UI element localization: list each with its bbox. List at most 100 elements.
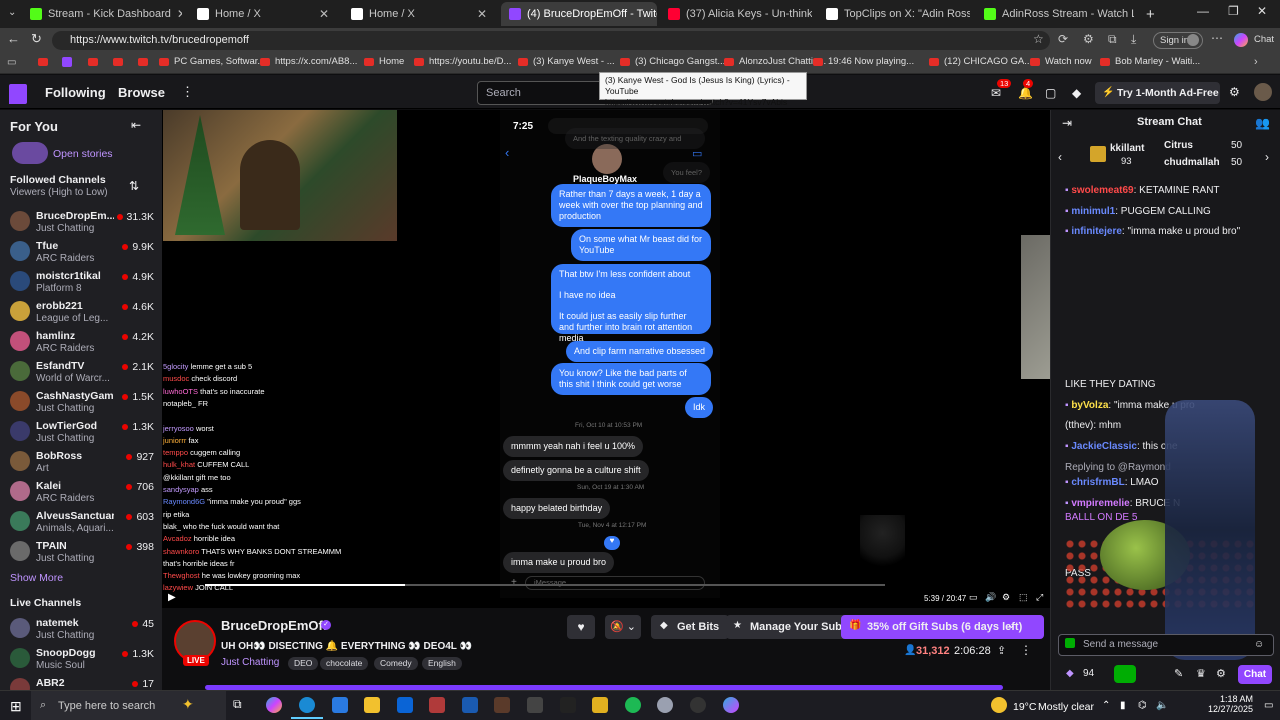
chat-username[interactable]: infinitejere: [1071, 226, 1122, 237]
speaker-icon[interactable]: 🔈: [1156, 700, 1168, 711]
bookmark-item[interactable]: (3) Chicago Gangst...: [620, 56, 725, 67]
sidebar-channel[interactable]: BobRoss Art 927: [10, 448, 160, 478]
chat-message[interactable]: Replying to @Raymond: [1065, 462, 1171, 473]
twitch-logo-icon[interactable]: [9, 84, 27, 104]
app-icon-blue[interactable]: [462, 697, 478, 713]
bookmark-twitch-icon[interactable]: [62, 57, 72, 67]
file-explorer-icon[interactable]: [364, 697, 380, 713]
sidebar-channel[interactable]: BruceDropEm... Just Chatting 31.3K: [10, 208, 160, 238]
browser-tab[interactable]: (4) BruceDropEmOff - Twitch✕: [501, 2, 657, 26]
channel-name[interactable]: BruceDropEmOff: [221, 618, 327, 633]
chat-message[interactable]: LIKE THEY DATING: [1065, 379, 1156, 390]
sidebar-channel[interactable]: hamlinz ARC Raiders 4.2K: [10, 328, 160, 358]
nav-more-icon[interactable]: ⋮: [181, 84, 194, 100]
chat-message[interactable]: ▪ swolemeat69: KETAMINE RANT: [1065, 185, 1220, 196]
reading-list-icon[interactable]: ▭: [7, 57, 16, 68]
app-icon-gray[interactable]: [657, 697, 673, 713]
show-more-link[interactable]: Show More: [10, 572, 63, 584]
chat-message[interactable]: (tthev): mhm: [1065, 420, 1121, 431]
chat-users-icon[interactable]: 👥: [1255, 116, 1270, 130]
inbox-icon[interactable]: ✉: [991, 86, 1001, 100]
chat-message[interactable]: ▪ JackieClassic: this one: [1065, 441, 1178, 452]
stream-tag[interactable]: Comedy: [374, 657, 418, 670]
emote-picker-icon[interactable]: ☺: [1254, 639, 1264, 650]
notification-center-icon[interactable]: ▭: [1264, 700, 1273, 711]
user-avatar[interactable]: [1254, 83, 1272, 101]
bookmarks-overflow-icon[interactable]: ›: [1254, 56, 1258, 68]
fullscreen-icon[interactable]: ⤢: [1036, 592, 1043, 603]
tab-close-icon[interactable]: ✕: [313, 7, 329, 21]
back-icon[interactable]: ←: [7, 31, 20, 46]
weather-icon[interactable]: [991, 697, 1007, 713]
bookmark-item[interactable]: https://youtu.be/D...: [414, 56, 511, 67]
sidebar-channel[interactable]: LowTierGod Just Chatting 1.3K: [10, 418, 160, 448]
progress-played[interactable]: [205, 584, 405, 586]
app-icon-gradient[interactable]: [723, 697, 739, 713]
chat-settings-icon[interactable]: ⚙: [1216, 667, 1226, 680]
open-stories-link[interactable]: Open stories: [53, 148, 113, 160]
share-icon[interactable]: ⇪: [997, 644, 1006, 657]
player-settings-icon[interactable]: ⚙: [1002, 592, 1010, 603]
extension-icon-2[interactable]: ⚙: [1083, 32, 1094, 46]
weather-temp[interactable]: 19°C: [1013, 701, 1036, 713]
reload-icon[interactable]: ↻: [31, 31, 42, 47]
gift-dropdown-icon[interactable]: ⌄: [1007, 620, 1015, 631]
bookmark-item[interactable]: Watch now: [1030, 56, 1092, 67]
menu-dots-icon[interactable]: ⋯: [1211, 31, 1223, 45]
sidebar-channel[interactable]: erobb221 League of Leg... 4.6K: [10, 298, 160, 328]
bookmark-item[interactable]: https://x.com/AB8...: [260, 56, 357, 67]
bookmark-item[interactable]: AlonzoJust Chattin...: [724, 56, 826, 67]
follow-heart-button[interactable]: ♥: [567, 615, 595, 639]
tab-close-icon[interactable]: ✕: [471, 7, 487, 21]
gifter-2-name[interactable]: Citrus: [1164, 140, 1193, 151]
progress-remaining[interactable]: [405, 584, 885, 586]
chat-message[interactable]: ▪ infinitejere: "imma make u proud bro": [1065, 226, 1240, 237]
app-icon-red[interactable]: [429, 697, 445, 713]
sidebar-channel[interactable]: moistcr1tikal Platform 8 4.9K: [10, 268, 160, 298]
chat-username[interactable]: JackieClassic: [1071, 441, 1137, 452]
app-icon-game[interactable]: [494, 697, 510, 713]
edge-icon[interactable]: [299, 697, 315, 713]
tray-chevron-icon[interactable]: ⌃: [1102, 700, 1110, 711]
prime-crown-icon[interactable]: ◆: [1072, 86, 1081, 100]
browser-tab[interactable]: Home / X ✕: [343, 2, 495, 26]
extensions-icon[interactable]: ⟳: [1058, 32, 1068, 46]
nav-browse[interactable]: Browse: [118, 85, 165, 100]
chat-message[interactable]: ▪ minimul1: PUGGEM CALLING: [1065, 206, 1211, 217]
bookmark-youtube-icon[interactable]: [88, 58, 98, 66]
bookmark-item[interactable]: 19:46 Now playing...: [813, 56, 914, 67]
chat-badge-icon[interactable]: [1065, 638, 1075, 648]
chat-username[interactable]: minimul1: [1071, 206, 1115, 217]
chat-username[interactable]: chrisfrmBL: [1071, 477, 1124, 488]
network-icon[interactable]: ⌬: [1138, 700, 1147, 711]
chat-username[interactable]: byVolza: [1071, 400, 1108, 411]
sort-icon[interactable]: ⇅: [129, 179, 139, 193]
pencil-icon[interactable]: ✎: [1174, 667, 1183, 680]
sidebar-channel[interactable]: CashNastyGam... Just Chatting 1.5K: [10, 388, 160, 418]
stream-category[interactable]: Just Chatting: [221, 657, 279, 668]
mail-icon[interactable]: [397, 697, 413, 713]
bookmark-youtube-icon[interactable]: [113, 58, 123, 66]
chat-username[interactable]: vmpiremelie: [1071, 498, 1129, 509]
sidebar-channel[interactable]: AlveusSanctuary Animals, Aquari... 603: [10, 508, 160, 538]
download-icon[interactable]: ⤓: [1131, 32, 1136, 47]
weather-desc[interactable]: Mostly clear: [1038, 701, 1094, 713]
browser-tab[interactable]: TopClips on X: "Adin Ross defends✕: [818, 2, 970, 26]
bookmark-item[interactable]: (12) CHICAGO GA...: [929, 56, 1032, 67]
notifications-icon[interactable]: 🔔: [1018, 86, 1033, 100]
send-chat-button[interactable]: Chat: [1238, 665, 1272, 684]
bookmark-youtube-icon[interactable]: [138, 58, 148, 66]
app-icon-dark[interactable]: [560, 697, 576, 713]
windows-start-icon[interactable]: ⊞: [10, 698, 22, 715]
channel-points-icon[interactable]: ◆: [1066, 668, 1074, 679]
app-icon-yellow[interactable]: [592, 697, 608, 713]
bookmark-item[interactable]: (3) Kanye West - ...: [518, 56, 615, 67]
maximize-icon[interactable]: ❐: [1228, 4, 1239, 18]
tray-app-icon[interactable]: ▮: [1120, 700, 1126, 711]
chat-message[interactable]: ▪ chrisfrmBL: LMAO: [1065, 477, 1159, 488]
theatre-mode-icon[interactable]: ⬚: [1019, 592, 1028, 603]
chat-message[interactable]: ▪ vmpiremelie: BRUCE N: [1065, 498, 1180, 509]
leaderboard-next-icon[interactable]: ›: [1265, 150, 1269, 164]
stories-avatars-icon[interactable]: [12, 142, 48, 164]
chat-message[interactable]: BALLL ON DE 5: [1065, 512, 1137, 523]
